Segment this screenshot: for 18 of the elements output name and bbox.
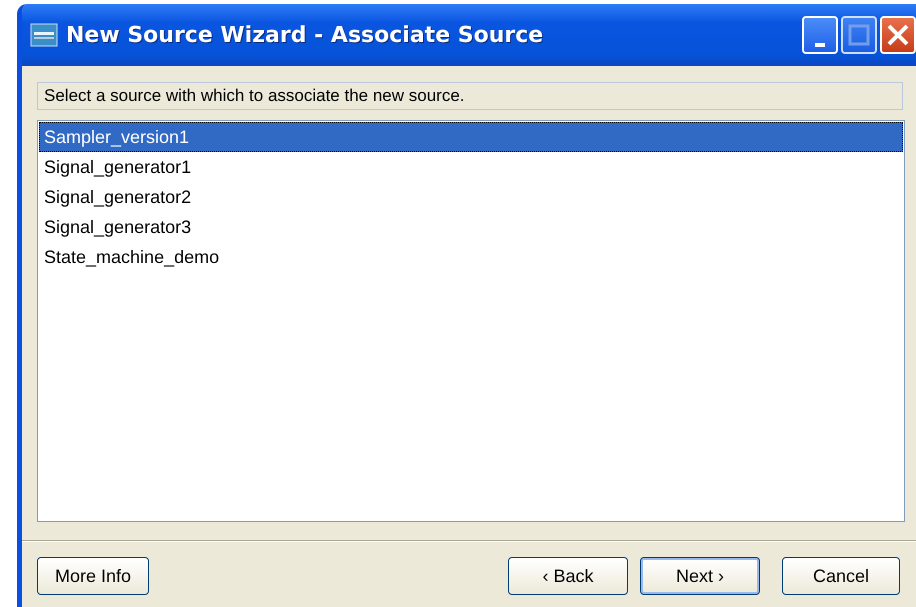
maximize-icon [848,24,870,46]
dialog-button[interactable]: More Info [37,557,150,595]
window-title: New Source Wizard - Associate Source [66,22,544,48]
app-icon [30,21,58,49]
list-item[interactable]: Sampler_version1 [39,122,903,152]
minimize-icon [815,43,825,47]
maximize-button[interactable] [841,16,877,54]
list-item[interactable]: State_machine_demo [39,242,903,272]
close-icon [886,23,910,47]
list-item[interactable]: Signal_generator1 [39,152,903,182]
instruction-text: Select a source with which to associate the new source. [37,82,903,110]
close-button[interactable] [880,16,916,54]
minimize-button[interactable] [802,16,838,54]
dialog-button[interactable]: Next › [640,557,760,595]
list-item[interactable]: Signal_generator3 [39,212,903,242]
list-item[interactable]: Signal_generator2 [39,182,903,212]
dialog-button[interactable]: Cancel [782,557,900,595]
dialog-button[interactable]: ‹ Back [508,557,628,595]
